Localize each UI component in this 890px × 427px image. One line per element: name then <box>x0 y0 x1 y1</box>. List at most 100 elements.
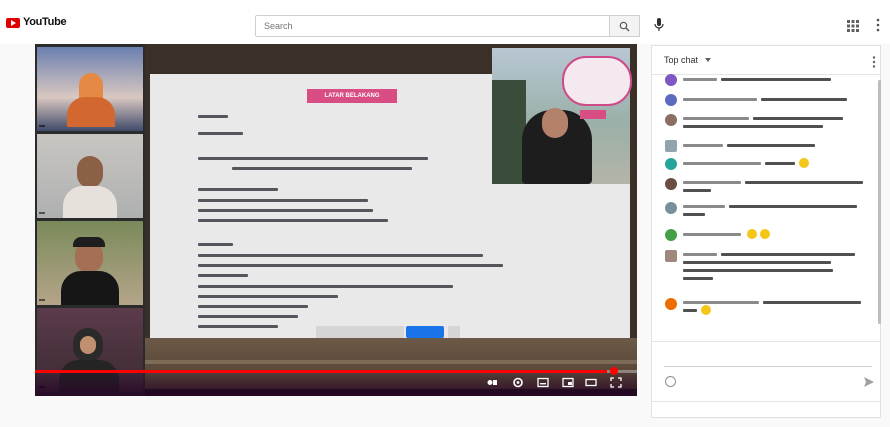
more-vert-button[interactable] <box>874 18 882 32</box>
theater-icon[interactable] <box>585 377 597 388</box>
chat-text <box>683 269 833 272</box>
chat-message <box>665 202 875 220</box>
subtitles-icon[interactable] <box>537 377 549 388</box>
chat-text <box>683 213 705 216</box>
slide-text-line <box>198 243 233 246</box>
chat-text <box>683 277 713 280</box>
chat-message <box>665 74 875 86</box>
send-button[interactable] <box>863 375 875 387</box>
chat-text <box>765 162 795 165</box>
chevron-down-icon[interactable] <box>705 58 711 62</box>
chat-avatar[interactable] <box>665 158 677 170</box>
subtitle-prompt-button[interactable] <box>406 326 444 338</box>
participant-body <box>63 186 117 218</box>
chat-mode-dropdown[interactable]: Top chat <box>664 55 698 65</box>
chat-text <box>683 309 697 312</box>
chat-text <box>727 144 815 147</box>
microphone-icon <box>654 18 664 31</box>
subtitle-prompt-text <box>316 326 404 338</box>
participant-cap <box>73 237 105 247</box>
chat-author <box>683 117 749 120</box>
fullscreen-icon[interactable] <box>610 377 622 388</box>
emoji-icon <box>799 158 809 168</box>
chat-author <box>683 233 741 236</box>
speaker-head <box>542 108 568 138</box>
chat-avatar[interactable] <box>665 178 677 190</box>
emoji-picker-icon[interactable] <box>665 376 676 387</box>
participant-figure <box>77 156 103 188</box>
chat-author <box>683 144 723 147</box>
chat-message <box>665 229 875 241</box>
more-vert-icon <box>876 18 880 32</box>
youtube-logo-icon[interactable] <box>6 18 20 28</box>
chat-message <box>665 114 875 132</box>
chat-message <box>665 178 875 196</box>
chat-text <box>683 189 711 192</box>
slide-text-line <box>198 199 368 202</box>
chat-text <box>721 253 855 256</box>
chat-author <box>683 162 761 165</box>
chat-message <box>665 298 875 316</box>
microphone-button[interactable] <box>652 17 666 33</box>
slide-text-line <box>198 264 503 267</box>
chat-avatar[interactable] <box>665 74 677 86</box>
slide-text-line <box>198 315 298 318</box>
chat-avatar[interactable] <box>665 114 677 126</box>
chat-author <box>683 181 741 184</box>
participant-face <box>80 336 96 354</box>
participant-tiles <box>35 44 145 396</box>
participant-body <box>61 271 119 305</box>
chat-scrollbar[interactable] <box>878 80 881 324</box>
chat-author <box>683 253 717 256</box>
slide-text-line <box>198 209 373 212</box>
more-vert-icon <box>872 56 876 68</box>
apps-grid-icon <box>847 20 859 32</box>
event-logo-badge <box>562 56 632 106</box>
slide-text-line <box>198 132 243 135</box>
chat-text <box>763 301 861 304</box>
chat-avatar[interactable] <box>665 229 677 241</box>
progress-bar-fill <box>35 370 607 373</box>
slide-text-line <box>198 274 248 277</box>
participant-tile <box>37 134 143 218</box>
chat-text <box>683 125 823 128</box>
chat-avatar[interactable] <box>665 140 677 152</box>
settings-icon[interactable] <box>512 377 524 388</box>
search-input[interactable] <box>255 15 610 37</box>
live-icon[interactable] <box>486 377 498 388</box>
chat-text <box>729 205 857 208</box>
emoji-icon <box>701 305 711 315</box>
search-button[interactable] <box>610 15 640 37</box>
emoji-icon <box>747 229 757 239</box>
chat-avatar[interactable] <box>665 202 677 214</box>
chat-avatar[interactable] <box>665 94 677 106</box>
chat-message <box>665 158 875 170</box>
chat-input-area <box>651 341 881 401</box>
slide-text-line <box>198 188 278 191</box>
slide-text-line <box>198 305 308 308</box>
apps-grid-button[interactable] <box>846 19 860 33</box>
chat-text <box>761 98 847 101</box>
emoji-icon <box>760 229 770 239</box>
slide-text-line <box>198 285 453 288</box>
chat-author <box>683 205 725 208</box>
chat-author <box>683 98 757 101</box>
chat-text <box>721 78 831 81</box>
slide-text-line <box>198 115 228 118</box>
hide-chat-button[interactable] <box>651 401 881 418</box>
slide-text-line <box>232 167 412 170</box>
subtitle-prompt-close[interactable] <box>448 326 460 338</box>
participant-tile <box>37 221 143 305</box>
chat-text <box>683 261 831 264</box>
chat-text <box>753 117 843 120</box>
participant-tile <box>37 47 143 131</box>
miniplayer-icon[interactable] <box>562 377 574 388</box>
speaker-background-tree <box>492 80 526 184</box>
logo-text[interactable]: YouTube <box>23 16 67 28</box>
scrubber-handle[interactable] <box>610 367 618 375</box>
chat-more-button[interactable] <box>872 55 876 68</box>
slide-text-line <box>198 157 428 160</box>
chat-avatar[interactable] <box>665 250 677 262</box>
chat-avatar[interactable] <box>665 298 677 310</box>
participant-name <box>39 299 45 301</box>
